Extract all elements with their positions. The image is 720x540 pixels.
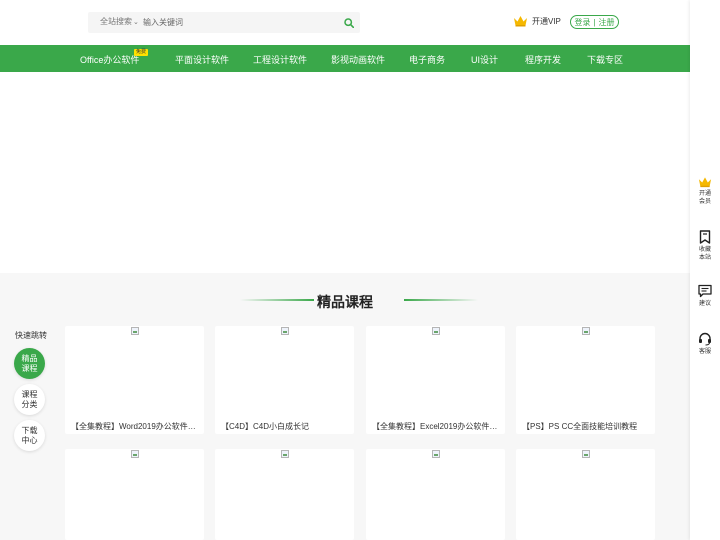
search-icon: [344, 17, 354, 28]
broken-image-icon: [432, 450, 440, 458]
course-title: 【C4D】C4D小白成长记: [221, 422, 310, 431]
course-card[interactable]: [366, 449, 505, 540]
search-scope-dropdown[interactable]: 全站搜索⌄: [100, 16, 139, 27]
login-link[interactable]: 登录: [574, 17, 590, 28]
broken-image-icon: [582, 327, 590, 335]
open-vip-link[interactable]: 开通VIP: [513, 15, 561, 27]
auth-separator: |: [593, 17, 596, 27]
quick-nav-text: 课程 分类: [22, 390, 38, 410]
quick-nav-line: 中心: [21, 435, 38, 445]
nav-item-downloads[interactable]: 下载专区: [587, 53, 623, 66]
sidebar-label: 客服: [698, 349, 711, 355]
quick-nav-text: 下载 中心: [22, 426, 38, 446]
broken-image-icon: [131, 450, 139, 458]
course-card[interactable]: [516, 449, 655, 540]
sidebar-label: 建议: [698, 301, 711, 307]
title-decoration-right: [404, 299, 478, 301]
headset-icon: [699, 332, 711, 346]
search-box: 全站搜索⌄: [88, 12, 360, 33]
vip-label: 开通VIP: [532, 16, 561, 26]
banner-area: [0, 72, 690, 273]
course-card[interactable]: 【全集教程】Excel2019办公软件表格教程: [366, 326, 505, 434]
search-input[interactable]: [143, 15, 333, 30]
bookmark-icon: [699, 230, 711, 244]
quick-nav-line: 课程: [21, 363, 38, 373]
nav-item-office[interactable]: Office办公软件: [80, 53, 139, 66]
crown-icon: [514, 16, 527, 27]
quick-nav-label: 快速跳转: [15, 331, 47, 340]
course-title: 【全集教程】Word2019办公软件教程（完整版）: [71, 422, 199, 431]
broken-image-icon: [281, 327, 289, 335]
quick-nav-download-center[interactable]: 下载 中心: [14, 420, 45, 451]
register-link[interactable]: 注册: [599, 17, 615, 28]
free-badge: 免费: [134, 49, 149, 56]
quick-nav-line: 下载: [21, 425, 38, 435]
quick-nav-categories[interactable]: 课程 分类: [14, 384, 45, 415]
crown-icon: [698, 177, 712, 188]
broken-image-icon: [281, 450, 289, 458]
featured-courses-section: 精品课程 快速跳转 精品 课程 课程 分类 下载 中心 【全集教程】Word2019办…: [0, 273, 690, 540]
auth-links: 登录 | 注册: [570, 15, 619, 29]
broken-image-icon: [582, 450, 590, 458]
sidebar-label: 收藏 本站: [690, 246, 720, 262]
broken-image-icon: [131, 327, 139, 335]
chevron-down-icon: ⌄: [133, 19, 139, 26]
sidebar-label-line: 会员: [698, 199, 711, 205]
nav-item-graphic-design[interactable]: 平面设计软件: [175, 53, 229, 66]
sidebar-label-line: 收藏: [698, 247, 711, 253]
sidebar-item-vip[interactable]: 开通 会员: [690, 176, 720, 206]
sidebar-label-line: 开通: [698, 191, 711, 197]
nav-item-programming[interactable]: 程序开发: [525, 53, 561, 66]
nav-item-ecommerce[interactable]: 电子商务: [409, 53, 445, 66]
sidebar-item-customer-service[interactable]: 客服: [690, 332, 720, 356]
right-float-sidebar: 开通会员 收藏本站 建议 客服: [690, 0, 720, 540]
sidebar-item-bookmark[interactable]: 收藏 本站: [690, 230, 720, 262]
site-header: 全站搜索⌄ 开通VIP 登录 | 注册: [0, 0, 690, 45]
main-nav: Office办公软件 免费 平面设计软件 工程设计软件 影视动画软件 电子商务 …: [0, 45, 690, 72]
course-card[interactable]: 【全集教程】Word2019办公软件教程（完整版）: [65, 326, 204, 434]
nav-item-engineering-design[interactable]: 工程设计软件: [253, 53, 307, 66]
sidebar-label-line: 本站: [698, 255, 711, 261]
course-card[interactable]: 【PS】PS CC全面技能培训教程: [516, 326, 655, 434]
course-title: 【全集教程】Excel2019办公软件表格教程: [372, 422, 500, 431]
quick-nav-text: 精品 课程: [22, 354, 38, 374]
nav-item-ui-design[interactable]: UI设计: [471, 53, 498, 66]
nav-item-video-animation[interactable]: 影视动画软件: [331, 53, 385, 66]
course-card[interactable]: [65, 449, 204, 540]
search-button[interactable]: [340, 14, 358, 31]
quick-nav-line: 精品: [21, 353, 38, 363]
course-card[interactable]: [215, 449, 354, 540]
section-title: 精品课程: [317, 294, 373, 310]
broken-image-icon: [432, 327, 440, 335]
quick-nav-featured[interactable]: 精品 课程: [14, 348, 45, 379]
course-title: 【PS】PS CC全面技能培训教程: [522, 422, 638, 431]
sidebar-item-feedback[interactable]: 建议: [690, 284, 720, 308]
course-card[interactable]: 【C4D】C4D小白成长记: [215, 326, 354, 434]
quick-nav-line: 分类: [21, 399, 38, 409]
quick-nav-line: 课程: [21, 389, 38, 399]
search-scope-label: 全站搜索: [100, 17, 132, 26]
chat-message-icon: [698, 284, 712, 298]
sidebar-label: 开通 会员: [690, 190, 720, 206]
